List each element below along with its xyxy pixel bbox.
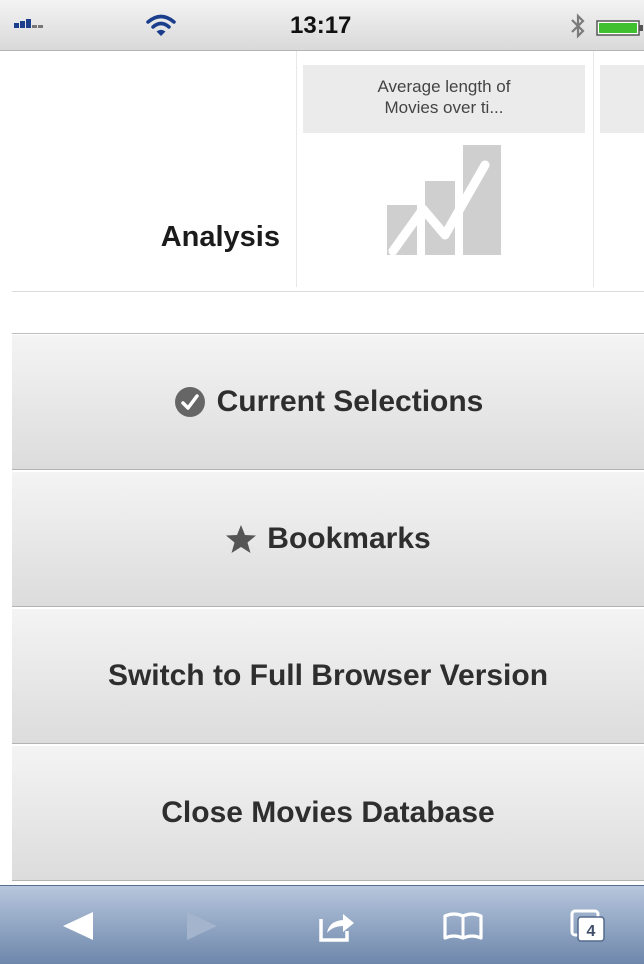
bookmarks-book-icon [443,911,483,940]
switch-full-browser-button[interactable]: Switch to Full Browser Version [12,608,644,744]
tabs-button[interactable]: 4 [548,886,628,964]
sheet-card-next[interactable] [600,65,644,133]
close-database-button[interactable]: Close Movies Database [12,745,644,881]
wifi-icon [146,14,176,43]
tabs-icon: 4 [570,909,605,942]
sheet-card-average-length[interactable]: Average length of Movies over ti... [303,65,585,133]
sheet-title-line-1: Average length of [377,77,511,96]
share-icon [319,913,354,942]
share-button[interactable] [297,886,377,964]
analysis-strip: Analysis Average length of Movies over t… [0,51,644,292]
strip-divider [12,291,644,292]
status-bar: 13:17 [0,0,644,51]
bookmarks-label: Bookmarks [267,521,431,555]
sheet-divider [593,51,594,287]
check-circle-icon [173,385,207,419]
back-arrow-icon [63,911,93,940]
sheet-divider [296,51,297,287]
sheet-title-line-2: Movies over ti... [384,98,504,117]
switch-full-browser-label: Switch to Full Browser Version [107,658,549,692]
browser-toolbar: 4 [0,885,644,964]
current-selections-button[interactable]: Current Selections [12,334,644,470]
line-chart-icon[interactable] [383,143,505,262]
tabs-count: 4 [587,923,596,940]
close-database-label: Close Movies Database [161,795,495,829]
bookmarks-button[interactable]: Bookmarks [12,471,644,607]
status-time: 13:17 [290,12,352,39]
analysis-label: Analysis [160,221,280,253]
forward-arrow-icon [187,911,217,940]
back-button[interactable] [38,886,118,964]
battery-icon [596,20,644,41]
bookmarks-toolbar-button[interactable] [423,886,503,964]
bluetooth-icon [569,13,587,44]
forward-button[interactable] [162,886,242,964]
mobile-page: 13:17 Analysis Average length of Movies … [0,0,644,964]
current-selections-label: Current Selections [216,384,484,418]
star-icon [225,524,257,554]
